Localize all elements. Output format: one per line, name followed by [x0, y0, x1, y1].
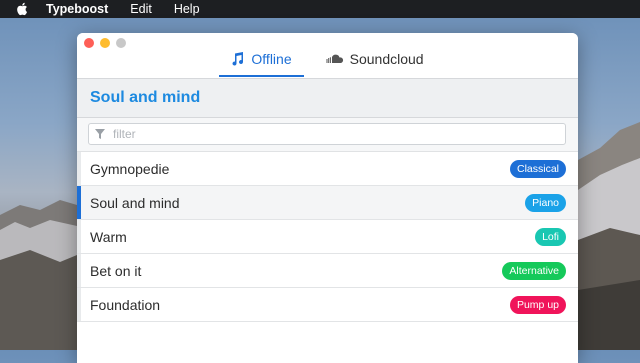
window-titlebar: Offline Soundcloud — [77, 33, 578, 78]
playlist-header: Soul and mind — [77, 78, 578, 118]
row-indicator — [77, 288, 81, 321]
music-note-icon — [231, 52, 245, 66]
genre-badge: Piano — [525, 194, 566, 212]
filter-icon — [95, 129, 105, 139]
genre-badge: Pump up — [509, 296, 566, 314]
apple-icon[interactable] — [16, 2, 30, 16]
track-row-gymnopedie[interactable]: Gymnopedie Classical — [77, 152, 578, 186]
page-title: Soul and mind — [90, 89, 201, 106]
track-row-soul-and-mind[interactable]: Soul and mind Piano — [77, 186, 578, 220]
filter-input[interactable] — [111, 126, 535, 142]
row-indicator — [77, 220, 81, 253]
tab-soundcloud[interactable]: Soundcloud — [314, 45, 436, 75]
track-row-foundation[interactable]: Foundation Pump up — [77, 288, 578, 322]
row-indicator — [77, 186, 81, 219]
menu-edit[interactable]: Edit — [130, 2, 152, 16]
genre-badge: Lofi — [535, 228, 566, 246]
row-indicator — [77, 152, 81, 185]
row-indicator — [77, 254, 81, 287]
genre-badge: Classical — [509, 160, 566, 178]
tab-offline[interactable]: Offline — [219, 45, 304, 77]
track-row-warm[interactable]: Warm Lofi — [77, 220, 578, 254]
tab-soundcloud-label: Soundcloud — [349, 51, 424, 67]
genre-badge: Alternative — [502, 262, 566, 280]
filter-bar — [77, 118, 578, 152]
soundcloud-icon — [326, 52, 344, 66]
menu-app-name[interactable]: Typeboost — [46, 2, 108, 16]
menu-help[interactable]: Help — [174, 2, 200, 16]
source-tabs: Offline Soundcloud — [77, 45, 578, 77]
track-title: Gymnopedie — [90, 160, 170, 177]
macos-menubar: Typeboost Edit Help — [0, 0, 640, 18]
track-title: Foundation — [90, 296, 161, 313]
app-window: Offline Soundcloud Soul and mind Gymnope… — [77, 33, 578, 363]
track-row-bet-on-it[interactable]: Bet on it Alternative — [77, 254, 578, 288]
track-list: Gymnopedie Classical Soul and mind Piano… — [77, 152, 578, 322]
filter-field — [88, 123, 566, 145]
track-title: Bet on it — [90, 262, 142, 279]
tab-offline-label: Offline — [251, 51, 292, 67]
track-title: Warm — [90, 228, 127, 245]
track-title: Soul and mind — [90, 194, 180, 211]
